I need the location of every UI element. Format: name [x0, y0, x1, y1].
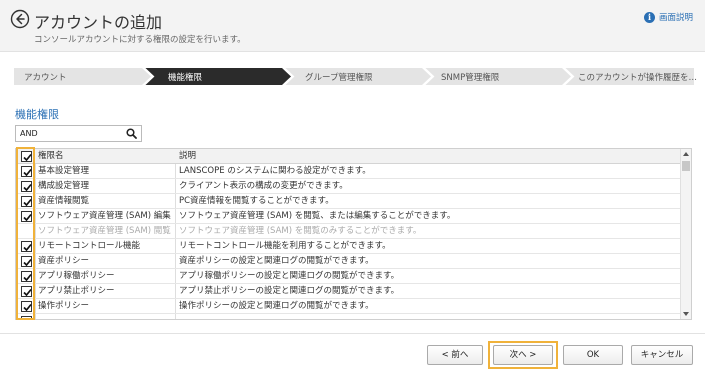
- permission-description: クライアント表示の構成の変更ができます。: [179, 181, 348, 191]
- search-icon[interactable]: [126, 128, 137, 139]
- ok-button[interactable]: OK: [563, 345, 623, 365]
- table-row[interactable]: 資産情報閲覧 PC資産情報を閲覧することができます。: [16, 194, 681, 209]
- permission-name: 資産ポリシー: [38, 256, 90, 266]
- permission-description: 資産ポリシーの設定と関連ログの閲覧ができます。: [179, 256, 374, 266]
- section-title: 機能権限: [15, 108, 59, 121]
- cancel-button[interactable]: キャンセル: [631, 345, 693, 365]
- next-button-highlight: [488, 341, 558, 369]
- search-value: AND: [20, 129, 38, 138]
- back-arrow-icon[interactable]: [10, 9, 30, 29]
- table-row[interactable]: [16, 314, 681, 319]
- step-snmp-permissions: SNMP管理権限: [441, 73, 500, 83]
- table-row: ソフトウェア資産管理 (SAM) 閲覧 ソフトウェア資産管理 (SAM) を閲覧…: [16, 224, 681, 239]
- help-link[interactable]: i 画面説明: [643, 11, 693, 23]
- table-row[interactable]: ソフトウェア資産管理 (SAM) 編集 ソフトウェア資産管理 (SAM) を閲覧…: [16, 209, 681, 224]
- permission-name: リモートコントロール機能: [38, 241, 141, 251]
- permission-description: PC資産情報を閲覧することができます。: [179, 196, 334, 206]
- permission-description: 操作ポリシーの設定と関連ログの閲覧ができます。: [179, 301, 374, 311]
- table-row[interactable]: アプリ稼働ポリシー アプリ稼働ポリシーの設定と関連ログの閲覧ができます。: [16, 269, 681, 284]
- permission-name: 構成設定管理: [38, 181, 90, 191]
- permission-name: アプリ稼働ポリシー: [38, 271, 115, 281]
- help-label: 画面説明: [658, 13, 693, 23]
- footer-divider: [0, 333, 705, 334]
- permission-name: 基本設定管理: [38, 166, 90, 176]
- step-account: アカウント: [24, 73, 67, 83]
- permission-description: ソフトウェア資産管理 (SAM) を閲覧、または編集することができます。: [179, 211, 456, 221]
- page-subtitle: コンソールアカウントに対する権限の設定を行います。: [34, 35, 246, 45]
- table-row[interactable]: アプリ禁止ポリシー アプリ禁止ポリシーの設定と関連ログの閲覧ができます。: [16, 284, 681, 299]
- permission-description: LANSCOPE のシステムに関わる設定ができます。: [179, 166, 371, 176]
- checkbox-column-highlight: [16, 147, 35, 320]
- table-scrollbar[interactable]: [680, 149, 691, 319]
- table-row[interactable]: 操作ポリシー 操作ポリシーの設定と関連ログの閲覧ができます。: [16, 299, 681, 314]
- page-title: アカウントの追加: [34, 13, 163, 32]
- page-header: アカウントの追加 コンソールアカウントに対する権限の設定を行います。 i 画面説…: [0, 0, 705, 52]
- column-header-description[interactable]: 説明: [179, 149, 679, 164]
- table-header-row: 権限名 説明: [16, 149, 681, 164]
- table-row[interactable]: リモートコントロール機能 リモートコントロール機能を利用することができます。: [16, 239, 681, 254]
- wizard-steps: アカウント 機能権限 グループ管理権限 SNMP管理権限 このアカウントが操作履…: [14, 68, 698, 85]
- table-row[interactable]: 資産ポリシー 資産ポリシーの設定と関連ログの閲覧ができます。: [16, 254, 681, 269]
- permission-description: アプリ稼働ポリシーの設定と関連ログの閲覧ができます。: [179, 271, 400, 281]
- permission-name: ソフトウェア資産管理 (SAM) 編集: [38, 211, 171, 221]
- permission-name: 操作ポリシー: [38, 301, 90, 311]
- permission-description: ソフトウェア資産管理 (SAM) を閲覧のみすることができます。: [179, 226, 422, 236]
- search-input[interactable]: AND: [15, 125, 142, 142]
- permission-description: リモートコントロール機能を利用することができます。: [179, 241, 391, 251]
- permission-name: 資産情報閲覧: [38, 196, 90, 206]
- step-group-permissions: グループ管理権限: [305, 73, 373, 83]
- permission-description: アプリ禁止ポリシーの設定と関連ログの閲覧ができます。: [179, 286, 400, 296]
- table-row[interactable]: 基本設定管理 LANSCOPE のシステムに関わる設定ができます。: [16, 164, 681, 179]
- scroll-thumb[interactable]: [682, 161, 690, 171]
- permission-name: アプリ禁止ポリシー: [38, 286, 115, 296]
- permission-name: ソフトウェア資産管理 (SAM) 閲覧: [38, 226, 171, 236]
- scroll-down-icon[interactable]: [683, 312, 689, 316]
- info-icon: i: [643, 11, 655, 23]
- table-row[interactable]: 構成設定管理 クライアント表示の構成の変更ができます。: [16, 179, 681, 194]
- step-operation-history: このアカウントが操作履歴を…: [578, 73, 698, 83]
- permissions-table: 権限名 説明 基本設定管理 LANSCOPE のシステムに関わる設定ができます。…: [15, 148, 692, 320]
- column-header-name[interactable]: 権限名: [38, 149, 176, 164]
- step-function-permissions: 機能権限: [168, 73, 203, 83]
- prev-button[interactable]: < 前へ: [427, 345, 483, 365]
- scroll-up-icon[interactable]: [683, 152, 689, 156]
